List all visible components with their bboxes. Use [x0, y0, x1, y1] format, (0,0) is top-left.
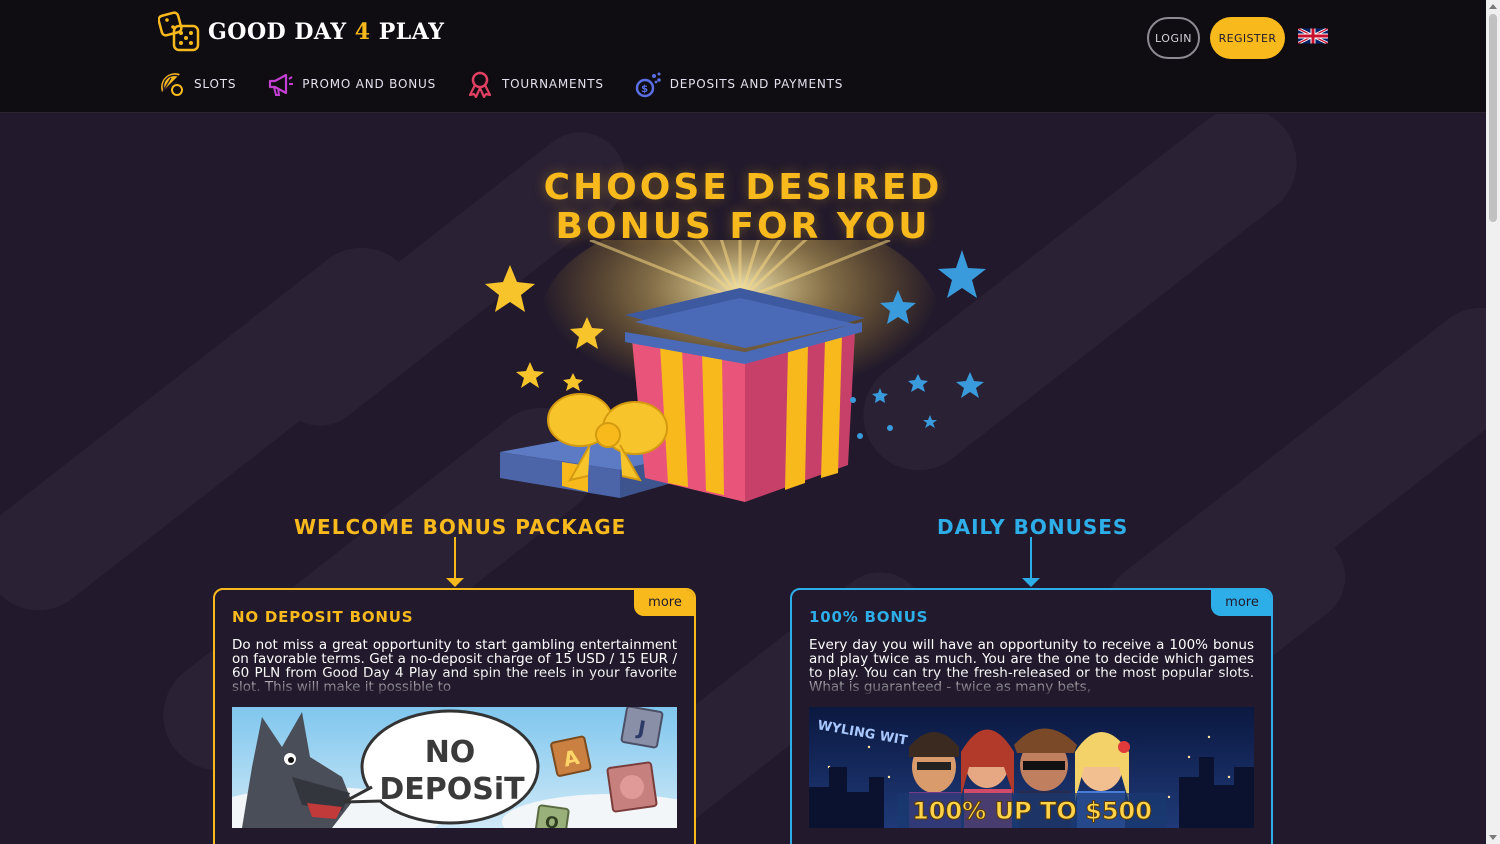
nav-item-promo[interactable]: PROMO AND BONUS	[266, 70, 436, 98]
coins-icon: $	[635, 72, 661, 98]
register-button[interactable]: REGISTER	[1210, 17, 1285, 59]
section-title-daily: DAILY BONUSES	[937, 515, 1129, 539]
nav-item-deposits[interactable]: $ DEPOSITS AND PAYMENTS	[634, 70, 843, 98]
lemon-icon	[161, 73, 183, 96]
arrow-head	[446, 578, 464, 587]
site-header: GOOD DAY 4 PLAY SLOTS PROMO AND BONUS TO…	[0, 0, 1486, 113]
card-description: Do not miss a great opportunity to start…	[232, 638, 677, 694]
card-description: Every day you will have an opportunity t…	[809, 638, 1254, 694]
nav-label: DEPOSITS AND PAYMENTS	[669, 77, 844, 91]
arrow-head	[1022, 578, 1040, 587]
nav-label: PROMO AND BONUS	[302, 77, 436, 91]
more-button[interactable]: more	[634, 590, 694, 616]
no-deposit-banner-image: NO DEPOSiT A J Q	[232, 707, 677, 828]
bonus-card-no-deposit[interactable]: more NO DEPOSIT BONUS Do not miss a grea…	[213, 588, 696, 844]
bonus-card-100[interactable]: more 100% BONUS Every day you will have …	[790, 588, 1273, 844]
scroll-up-icon[interactable]	[1489, 4, 1497, 9]
dice-icon	[158, 11, 200, 52]
megaphone-icon	[269, 73, 294, 96]
ribbon-icon	[468, 71, 492, 98]
100-bonus-banner: WYLING WIT 100% UP TO $500	[809, 707, 1254, 828]
section-title-welcome: WELCOME BONUS PACKAGE	[294, 515, 627, 539]
gift-box-illustration	[485, 240, 986, 502]
main-nav: SLOTS PROMO AND BONUS TOURNAMENTS $ DEPO…	[158, 70, 873, 98]
scroll-thumb[interactable]	[1489, 14, 1497, 222]
nav-label: TOURNAMENTS	[502, 77, 604, 91]
scroll-down-icon[interactable]	[1489, 835, 1497, 840]
arrow-down-icon	[454, 537, 456, 579]
100-bonus-banner-image: WYLING WIT 100% UP TO $500	[809, 707, 1254, 828]
uk-flag-icon[interactable]	[1298, 25, 1328, 47]
page-scrollbar[interactable]	[1486, 0, 1500, 844]
site-logo[interactable]: GOOD DAY 4 PLAY	[158, 10, 444, 54]
hero-title-line: CHOOSE DESIRED	[543, 167, 943, 208]
login-button[interactable]: LOGIN	[1147, 17, 1200, 59]
tile-q: Q	[544, 812, 560, 828]
nav-item-slots[interactable]: SLOTS	[158, 70, 236, 98]
arrow-down-icon	[1030, 537, 1032, 579]
more-button[interactable]: more	[1211, 590, 1271, 616]
card-title: NO DEPOSIT BONUS	[232, 608, 414, 626]
banner-promo-text: 100% UP TO $500	[912, 797, 1152, 825]
no-deposit-banner: NO DEPOSiT A J Q	[232, 707, 677, 828]
card-title: 100% BONUS	[809, 608, 929, 626]
nav-label: SLOTS	[194, 77, 237, 91]
banner-no-text: NO	[425, 735, 476, 770]
svg-text:$: $	[641, 84, 649, 95]
banner-deposit-text: DEPOSiT	[379, 772, 525, 807]
logo-text: GOOD DAY 4 PLAY	[208, 19, 445, 45]
nav-item-tournaments[interactable]: TOURNAMENTS	[466, 70, 604, 98]
hero-title: CHOOSE DESIRED BONUS FOR YOU	[0, 168, 1486, 246]
